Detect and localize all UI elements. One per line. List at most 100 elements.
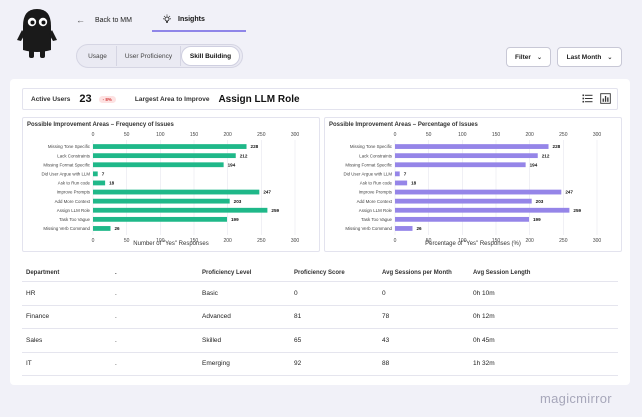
bar[interactable] — [93, 226, 111, 231]
y-category-label: Assign LLM Role — [359, 208, 393, 213]
frequency-chart: Possible Improvement Areas – Frequency o… — [22, 117, 320, 252]
bar[interactable] — [93, 171, 98, 177]
bar[interactable] — [395, 153, 538, 159]
table-cell: 88 — [382, 360, 390, 368]
percentage-chart: Possible Improvement Areas – Percentage … — [324, 117, 622, 252]
table-row[interactable]: HR . Basic 0 0 0h 10m — [22, 282, 618, 306]
frequency-plot: 005050100100150150200200250250300300Miss… — [41, 132, 299, 244]
bar[interactable] — [395, 189, 562, 195]
sub-tabs: Usage User Proficiency Skill Building — [76, 44, 243, 68]
x-tick-label: 300 — [593, 132, 602, 138]
bar[interactable] — [93, 216, 227, 222]
bar[interactable] — [395, 207, 570, 213]
tab-skill-building[interactable]: Skill Building — [181, 46, 240, 66]
back-label: Back to MM — [95, 16, 132, 24]
table-cell: Basic — [202, 289, 218, 297]
date-range-select[interactable]: Last Month ⌄ — [557, 47, 622, 67]
y-category-label: Add More Context — [55, 199, 91, 204]
x-tick-label: 200 — [223, 132, 232, 138]
area-to-improve-value: Assign LLM Role — [218, 93, 300, 105]
column-header[interactable]: . — [115, 270, 202, 276]
bar-value-label: 212 — [240, 153, 248, 158]
bar-value-label: 203 — [536, 199, 544, 204]
table-cell: 78 — [382, 313, 390, 321]
table-cell: 65 — [294, 336, 302, 344]
active-users-label: Active Users — [31, 95, 71, 103]
bar[interactable] — [395, 171, 400, 177]
table-cell: . — [115, 313, 117, 321]
x-tick-label: 50 — [124, 132, 130, 138]
bar[interactable] — [395, 216, 529, 222]
table-cell: 1h 32m — [473, 360, 495, 368]
bar[interactable] — [93, 207, 268, 213]
x-tick-label: 250 — [257, 132, 266, 138]
y-category-label: Missing Verb Command — [345, 226, 392, 231]
column-header[interactable]: Avg Sessions per Month — [382, 270, 473, 276]
tab-usage[interactable]: Usage — [79, 46, 117, 66]
table-row[interactable]: IT . Emerging 92 88 1h 32m — [22, 353, 618, 376]
bar-value-label: 228 — [553, 144, 561, 149]
x-tick-label: 100 — [156, 132, 165, 138]
bar-value-label: 194 — [228, 162, 236, 167]
bar[interactable] — [395, 198, 532, 204]
bar[interactable] — [395, 226, 413, 231]
percentage-plot: 005050100100150150200200250250300300Miss… — [343, 132, 602, 244]
x-tick-label: 150 — [492, 132, 501, 138]
chart-view-icon[interactable] — [600, 93, 611, 104]
column-header[interactable]: Proficiency Score — [294, 270, 382, 276]
bar[interactable] — [93, 189, 260, 195]
bar[interactable] — [93, 144, 247, 149]
table-cell: 0h 10m — [473, 289, 495, 297]
stats-bar: Active Users 23 - 8% Largest Area to Imp… — [22, 88, 618, 110]
x-tick-label: 250 — [559, 132, 568, 138]
chart-x-axis-label: Percentage of "Yes" Responses (%) — [425, 241, 521, 247]
lightbulb-icon — [163, 14, 171, 23]
x-tick-label: 150 — [190, 132, 199, 138]
filter-label: Filter — [515, 53, 531, 61]
bar-value-label: 203 — [234, 199, 242, 204]
bar-value-label: 26 — [115, 226, 121, 231]
column-header[interactable]: Department — [22, 270, 115, 276]
table-cell: 92 — [294, 360, 302, 368]
bar[interactable] — [93, 162, 224, 168]
bar-value-label: 194 — [530, 162, 538, 167]
column-header[interactable]: Proficiency Level — [202, 270, 294, 276]
bar-value-label: 247 — [263, 190, 271, 195]
tab-insights[interactable]: Insights — [152, 8, 246, 32]
bar[interactable] — [93, 153, 236, 159]
bar[interactable] — [93, 198, 230, 204]
mascot-logo — [17, 9, 57, 58]
table-cell: 0 — [294, 289, 298, 297]
x-tick-label: 50 — [426, 132, 432, 138]
table-cell: . — [115, 360, 117, 368]
column-header[interactable]: Avg Session Length — [473, 270, 573, 276]
filter-button[interactable]: Filter ⌄ — [506, 47, 551, 67]
back-to-mm-link[interactable]: ← Back to MM — [76, 15, 132, 25]
bar-value-label: 212 — [542, 153, 550, 158]
y-category-label: Did User Argue with LLM — [41, 171, 90, 176]
table-cell: 81 — [294, 313, 302, 321]
tab-user-proficiency[interactable]: User Proficiency — [117, 46, 181, 66]
list-view-icon[interactable] — [582, 93, 593, 104]
y-category-label: Missing Tone Specific — [350, 144, 393, 149]
table-row[interactable]: Finance . Advanced 81 78 0h 12m — [22, 306, 618, 329]
bar[interactable] — [395, 180, 408, 186]
table-cell: Emerging — [202, 360, 230, 368]
x-tick-label: 200 — [525, 132, 534, 138]
y-category-label: Lack Constraints — [359, 153, 393, 158]
y-category-label: Ask to Run code — [58, 181, 91, 186]
y-category-label: Improve Prompts — [359, 190, 393, 195]
bar[interactable] — [395, 144, 549, 149]
department-table: Department . Proficiency Level Proficien… — [22, 264, 618, 376]
table-row[interactable]: Sales . Skilled 65 43 0h 45m — [22, 329, 618, 353]
table-cell: . — [115, 289, 117, 297]
bar[interactable] — [93, 180, 106, 186]
bar-value-label: 18 — [411, 181, 417, 186]
x-tick-label: 0 — [92, 132, 95, 138]
table-header-row: Department . Proficiency Level Proficien… — [22, 264, 618, 282]
bar[interactable] — [395, 162, 526, 168]
x-tick-label: 100 — [458, 132, 467, 138]
table-cell: . — [115, 336, 117, 344]
y-category-label: Add More Context — [357, 199, 393, 204]
bar-value-label: 259 — [573, 208, 581, 213]
